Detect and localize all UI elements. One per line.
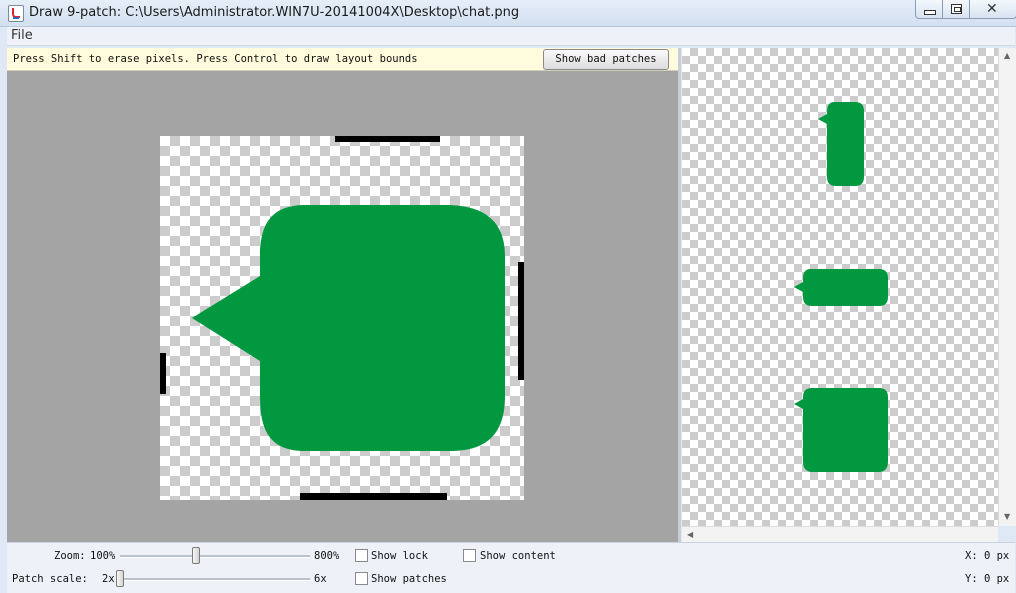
maximize-button[interactable] bbox=[942, 0, 970, 19]
hint-text: Press Shift to erase pixels. Press Contr… bbox=[13, 53, 418, 65]
right-content-marker bbox=[518, 262, 524, 380]
patch-scale-slider-track[interactable] bbox=[120, 578, 310, 581]
menu-file[interactable]: File bbox=[11, 28, 33, 43]
left-patch-marker bbox=[160, 353, 166, 394]
y-coordinate-readout: Y: 0 px bbox=[965, 573, 1010, 585]
show-lock-checkbox[interactable] bbox=[355, 549, 368, 562]
window-title: Draw 9-patch: C:\Users\Administrator.WIN… bbox=[29, 5, 520, 20]
hint-bar: Press Shift to erase pixels. Press Contr… bbox=[7, 48, 678, 71]
minimize-icon bbox=[924, 10, 936, 15]
maximize-icon bbox=[951, 4, 962, 14]
zoom-label: Zoom: bbox=[54, 550, 86, 562]
patch-scale-slider-thumb[interactable] bbox=[116, 570, 124, 587]
show-lock-label: Show lock bbox=[371, 550, 428, 562]
top-patch-marker bbox=[335, 136, 440, 142]
stretch-preview-pane bbox=[682, 48, 998, 526]
preview-bubble-large bbox=[794, 388, 888, 472]
preview-vertical-scrollbar[interactable]: ▲ ▼ bbox=[998, 48, 1016, 526]
scroll-up-icon[interactable]: ▲ bbox=[1004, 51, 1010, 60]
bottom-content-marker bbox=[300, 493, 447, 500]
zoom-max-label: 800% bbox=[314, 550, 340, 562]
patch-scale-label: Patch scale: bbox=[12, 573, 88, 585]
zoom-min-label: 100% bbox=[90, 550, 116, 562]
java-app-icon[interactable] bbox=[8, 5, 24, 22]
x-coordinate-readout: X: 0 px bbox=[965, 550, 1010, 562]
scroll-left-icon[interactable]: ◀ bbox=[687, 530, 693, 539]
split-divider[interactable] bbox=[678, 48, 681, 542]
preview-bubble-tall bbox=[818, 102, 864, 186]
show-content-label: Show content bbox=[480, 550, 556, 562]
preview-bubble-wide bbox=[794, 269, 888, 306]
minimize-button[interactable] bbox=[915, 0, 943, 19]
title-bar: Draw 9-patch: C:\Users\Administrator.WIN… bbox=[0, 0, 1016, 27]
patch-scale-min-label: 2x bbox=[102, 573, 115, 585]
show-bad-patches-button[interactable]: Show bad patches bbox=[543, 49, 669, 70]
menu-bar: File bbox=[7, 27, 1015, 46]
preview-vertical-stretch bbox=[794, 102, 888, 472]
zoom-slider-thumb[interactable] bbox=[192, 547, 200, 564]
show-patches-label: Show patches bbox=[371, 573, 447, 585]
controls-panel: Zoom: 100% 800% Patch scale: 2x 6x Show … bbox=[7, 542, 1015, 593]
editor-pane: Press Shift to erase pixels. Press Contr… bbox=[7, 48, 678, 542]
chat-bubble-image bbox=[192, 205, 505, 451]
zoom-slider-track[interactable] bbox=[120, 555, 310, 558]
chat-bubble-shape bbox=[192, 205, 505, 451]
close-icon: ✕ bbox=[986, 1, 998, 17]
patch-scale-max-label: 6x bbox=[314, 573, 327, 585]
show-content-checkbox[interactable] bbox=[463, 549, 476, 562]
preview-horizontal-scrollbar[interactable]: ◀ bbox=[682, 526, 998, 543]
scroll-down-icon[interactable]: ▼ bbox=[1004, 512, 1010, 521]
close-button[interactable]: ✕ bbox=[969, 0, 1016, 19]
show-patches-checkbox[interactable] bbox=[355, 572, 368, 585]
nine-patch-canvas[interactable] bbox=[160, 136, 524, 500]
